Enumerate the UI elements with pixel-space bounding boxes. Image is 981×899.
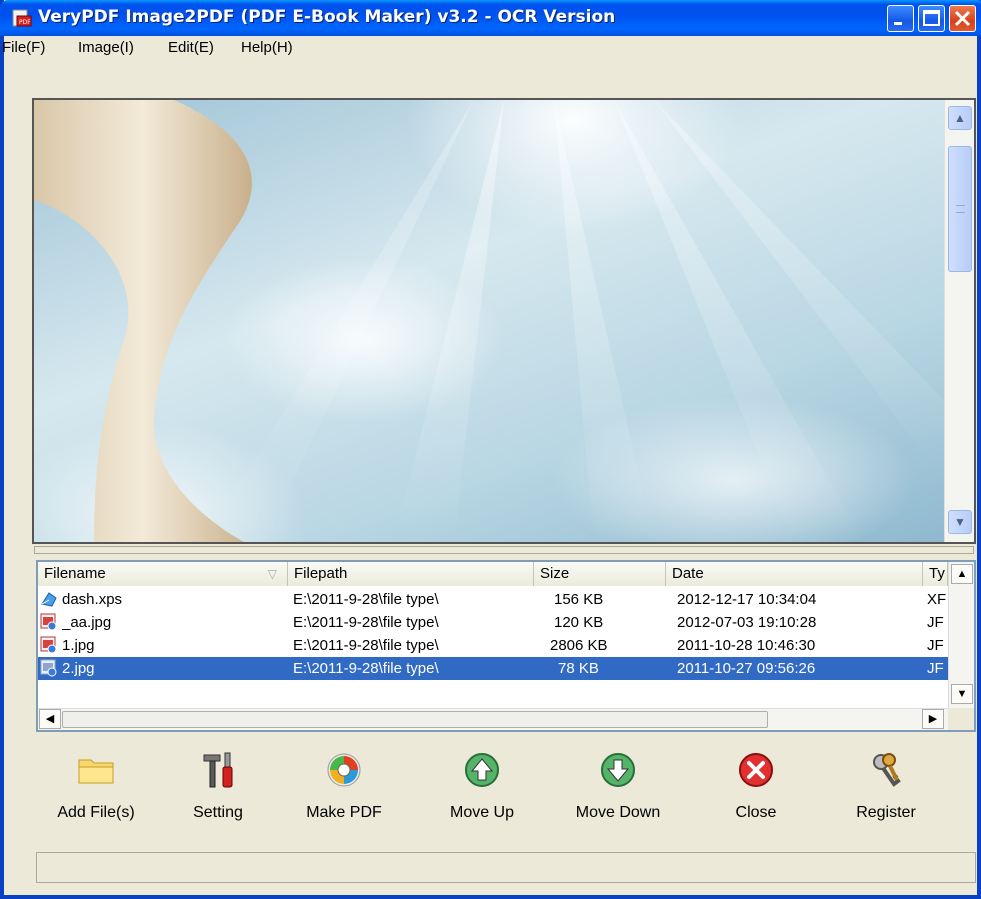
image-preview-panel: ▲ ▼ <box>32 98 976 544</box>
list-item[interactable]: _aa.jpg E:\2011-9-28\file type\ 120 KB 2… <box>38 611 948 634</box>
date-cell: 2011-10-27 09:56:26 <box>677 660 816 677</box>
column-filepath[interactable]: Filepath <box>288 562 534 586</box>
menu-bar: File(F) Image(I) Edit(E) Help(H) <box>2 36 977 60</box>
date-cell: 2012-07-03 19:10:28 <box>677 614 817 631</box>
list-item[interactable]: 1.jpg E:\2011-9-28\file type\ 2806 KB 20… <box>38 634 948 657</box>
image-file-icon <box>40 659 57 677</box>
date-cell: 2011-10-28 10:46:30 <box>677 637 816 654</box>
menu-edit[interactable]: Edit(E) <box>168 39 214 56</box>
move-up-button[interactable]: Move Up <box>422 750 542 832</box>
menu-help[interactable]: Help(H) <box>241 39 293 56</box>
column-date[interactable]: Date <box>666 562 923 586</box>
title-bar[interactable]: PDF VeryPDF Image2PDF (PDF E-Book Maker)… <box>0 0 981 36</box>
add-files-label: Add File(s) <box>57 804 135 821</box>
date-cell: 2012-12-17 10:34:04 <box>677 591 817 608</box>
image-file-icon <box>40 636 57 654</box>
pdf-app-icon: PDF <box>12 9 32 27</box>
size-cell: 2806 KB <box>550 637 608 654</box>
preview-scroll-thumb[interactable] <box>948 146 972 272</box>
size-cell: 156 KB <box>554 591 604 608</box>
scroll-grip-icon <box>956 205 965 213</box>
menu-file[interactable]: File(F) <box>2 39 45 56</box>
register-button[interactable]: Register <box>826 750 946 832</box>
column-type[interactable]: Ty <box>923 562 948 586</box>
svg-text:PDF: PDF <box>19 19 31 26</box>
list-scroll-up-icon[interactable]: ▲ <box>951 564 973 584</box>
app-window: PDF VeryPDF Image2PDF (PDF E-Book Maker)… <box>0 0 981 899</box>
list-scroll-down-icon[interactable]: ▼ <box>951 684 973 704</box>
scroll-up-arrow-icon[interactable]: ▲ <box>948 106 972 130</box>
make-pdf-label: Make PDF <box>306 804 382 821</box>
column-filename[interactable]: Filename ▽ <box>38 562 288 586</box>
image-file-icon <box>40 613 57 631</box>
filepath-cell: E:\2011-9-28\file type\ <box>293 591 439 608</box>
filepath-cell: E:\2011-9-28\file type\ <box>293 637 439 654</box>
filename-cell: dash.xps <box>62 591 123 608</box>
filepath-cell: E:\2011-9-28\file type\ <box>293 614 439 631</box>
status-bar <box>36 852 976 883</box>
tools-icon <box>203 752 233 788</box>
filename-cell: 2.jpg <box>62 660 95 677</box>
keys-icon <box>873 753 901 787</box>
move-up-label: Move Up <box>449 804 515 821</box>
close-button[interactable]: Close <box>696 750 816 832</box>
preview-image-art <box>34 100 944 542</box>
list-horizontal-scrollbar[interactable]: ◀ ▶ <box>38 708 948 730</box>
file-list[interactable]: Filename ▽ Filepath Size Date Ty dash.xp… <box>36 560 976 732</box>
minimize-icon <box>894 22 902 25</box>
filename-cell: 1.jpg <box>62 637 95 654</box>
size-cell: 120 KB <box>554 614 604 631</box>
maximize-button[interactable] <box>918 5 945 32</box>
type-cell: JF <box>927 637 944 654</box>
scroll-down-arrow-icon[interactable]: ▼ <box>948 510 972 534</box>
list-header: Filename ▽ Filepath Size Date Ty <box>38 562 948 586</box>
sort-indicator-icon: ▽ <box>267 567 277 581</box>
move-down-label: Move Down <box>575 804 661 821</box>
close-icon <box>954 10 971 27</box>
make-pdf-icon <box>327 753 361 787</box>
list-item[interactable]: dash.xps E:\2011-9-28\file type\ 156 KB … <box>38 588 948 611</box>
move-down-button[interactable]: Move Down <box>558 750 678 832</box>
menu-image[interactable]: Image(I) <box>78 39 134 56</box>
close-label: Close <box>735 804 777 821</box>
list-scroll-right-icon[interactable]: ▶ <box>922 709 944 729</box>
list-scroll-left-icon[interactable]: ◀ <box>39 709 61 729</box>
list-hscroll-thumb[interactable] <box>62 711 768 728</box>
filename-cell: _aa.jpg <box>62 614 112 631</box>
arrow-down-circle-icon <box>601 753 635 787</box>
register-label: Register <box>856 804 916 821</box>
folder-icon <box>78 759 114 784</box>
arrow-up-circle-icon <box>465 753 499 787</box>
minimize-button[interactable] <box>887 5 914 32</box>
xps-file-icon <box>41 592 57 607</box>
setting-label: Setting <box>193 804 243 821</box>
list-item-selected[interactable]: 2.jpg E:\2011-9-28\file type\ 78 KB 2011… <box>38 657 948 680</box>
type-cell: JF <box>927 614 944 631</box>
scroll-corner <box>948 708 974 730</box>
column-size[interactable]: Size <box>534 562 666 586</box>
maximize-icon <box>923 10 940 26</box>
preview-image <box>34 100 946 542</box>
type-cell: XF <box>927 591 947 608</box>
splitter-bar[interactable] <box>34 546 974 554</box>
add-files-button[interactable]: Add File(s) <box>36 750 156 832</box>
list-vertical-scrollbar[interactable]: ▲ ▼ <box>948 562 974 708</box>
close-circle-icon <box>739 753 773 787</box>
size-cell: 78 KB <box>558 660 599 677</box>
make-pdf-button[interactable]: Make PDF <box>284 750 404 832</box>
filepath-cell: E:\2011-9-28\file type\ <box>293 660 439 677</box>
window-title: VeryPDF Image2PDF (PDF E-Book Maker) v3.… <box>38 7 616 27</box>
type-cell: JF <box>927 660 944 677</box>
setting-button[interactable]: Setting <box>158 750 278 832</box>
close-window-button[interactable] <box>949 5 976 32</box>
preview-vertical-scrollbar[interactable]: ▲ ▼ <box>944 100 974 542</box>
